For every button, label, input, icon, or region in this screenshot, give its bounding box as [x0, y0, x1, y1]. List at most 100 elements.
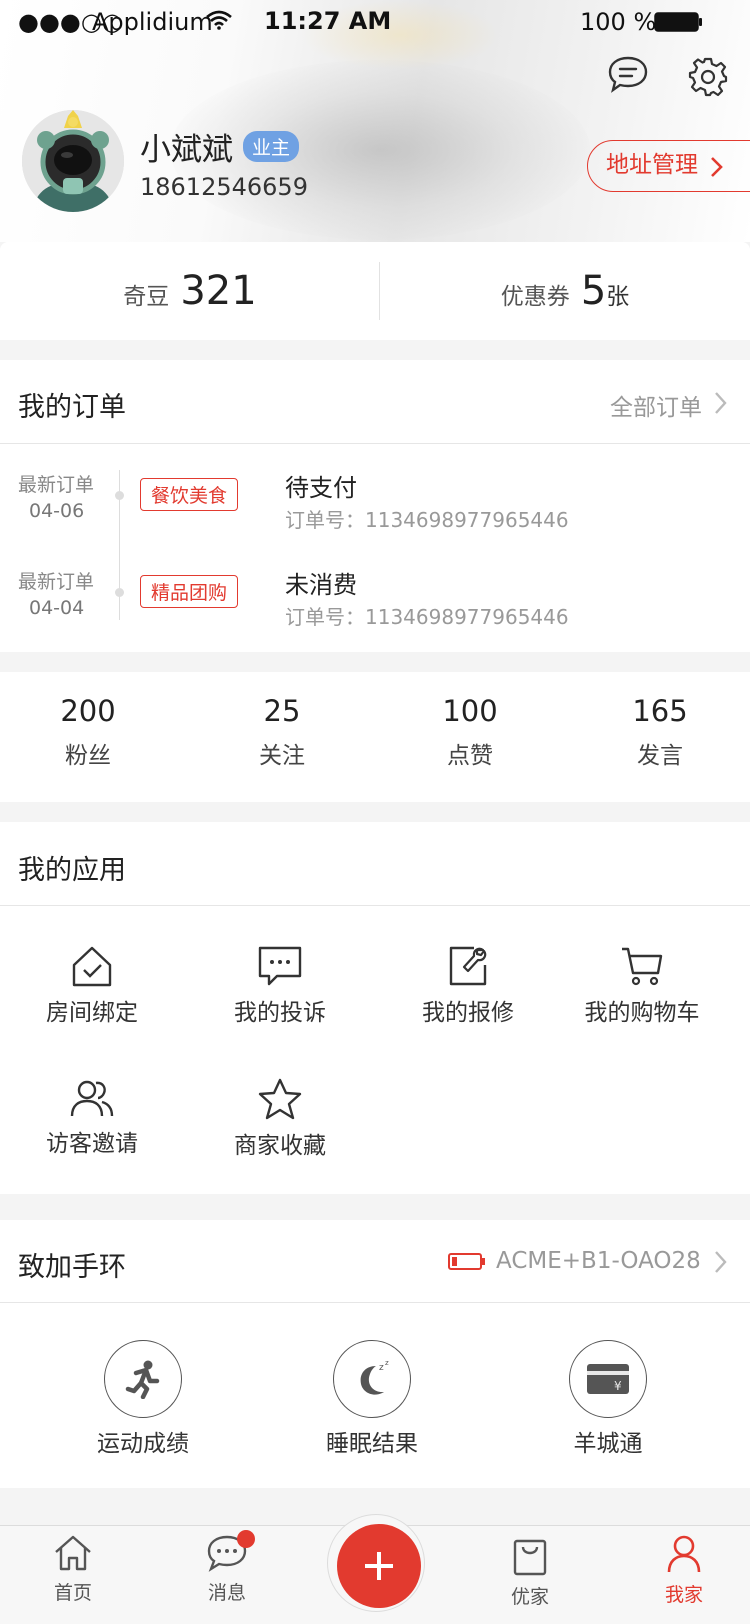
qidou-cell[interactable]: 奇豆 321	[0, 242, 380, 340]
chevron-right-icon	[715, 392, 727, 414]
band-item-label: 运动成绩	[97, 1431, 189, 1457]
tab-add-button[interactable]	[337, 1524, 421, 1608]
qidou-value: 321	[180, 268, 257, 314]
user-name: 小斌斌	[140, 132, 233, 168]
tab-label: 我家	[664, 1584, 703, 1606]
tab-bar: 首页 消息 优家 我家	[0, 1514, 750, 1624]
wrench-doc-icon	[398, 945, 538, 987]
app-label: 我的购物车	[584, 1000, 700, 1026]
order-category-tag: 餐饮美食	[140, 478, 239, 511]
timeline-dot	[115, 588, 124, 597]
order-status: 未消费	[285, 571, 357, 599]
wifi-icon	[206, 10, 232, 34]
stat-posts[interactable]: 165 发言	[572, 694, 748, 770]
user-phone: 18612546659	[140, 173, 308, 201]
tab-label: 优家	[510, 1586, 549, 1608]
coupon-cell[interactable]: 优惠券 5张	[380, 242, 750, 340]
unread-dot	[237, 1530, 255, 1548]
coupon-label: 优惠券	[500, 284, 570, 310]
band-sport-results[interactable]: 运动成绩	[73, 1340, 213, 1458]
apps-title: 我的应用	[18, 855, 126, 886]
latest-order-label: 最新订单	[18, 571, 95, 593]
tab-my-home[interactable]: 我家	[624, 1534, 744, 1607]
tab-label: 消息	[207, 1582, 246, 1604]
band-yct-card[interactable]: ¥ 羊城通	[538, 1340, 678, 1458]
stat-label: 点赞	[447, 743, 493, 769]
band-item-label: 睡眠结果	[326, 1431, 418, 1457]
stat-likes[interactable]: 100 点赞	[382, 694, 558, 770]
message-icon[interactable]	[608, 56, 648, 98]
stat-value: 200	[60, 694, 116, 728]
stat-fans[interactable]: 200 粉丝	[0, 694, 176, 770]
latest-order-label: 最新订单	[18, 474, 95, 496]
battery-icon	[654, 12, 704, 36]
timeline-dot	[115, 491, 124, 500]
stat-label: 发言	[637, 743, 683, 769]
tab-home[interactable]: 首页	[13, 1534, 133, 1605]
role-badge-label: 业主	[243, 131, 300, 162]
coupon-value: 5	[580, 268, 607, 314]
visitors-icon	[24, 1078, 160, 1118]
person-icon	[667, 1535, 701, 1573]
address-management-label: 地址管理	[606, 152, 698, 178]
app-complaint[interactable]: 我的投诉	[210, 945, 350, 1027]
home-icon	[55, 1535, 91, 1571]
cart-icon	[572, 945, 712, 987]
band-device-label: ACME+B1-OAO28	[496, 1248, 701, 1274]
stat-value: 165	[632, 694, 688, 728]
battery-low-icon	[448, 1253, 486, 1275]
order-date: 04-06	[29, 500, 85, 522]
order-row[interactable]: 最新订单 04-04 精品团购 未消费 订单号：1134698977965446	[0, 555, 750, 647]
house-check-icon	[24, 945, 160, 987]
gear-icon[interactable]	[688, 57, 728, 101]
stat-follow[interactable]: 25 关注	[194, 694, 370, 770]
app-label: 商家收藏	[234, 1133, 326, 1159]
avatar[interactable]	[22, 110, 124, 212]
all-orders-label: 全部订单	[610, 395, 702, 421]
status-carrier: Applidium	[92, 8, 213, 36]
stat-label: 关注	[259, 743, 305, 769]
bag-icon	[513, 1539, 547, 1576]
plus-icon	[365, 1552, 393, 1580]
chevron-right-icon	[711, 157, 723, 177]
stat-value: 100	[442, 694, 498, 728]
card-icon: ¥	[569, 1340, 647, 1418]
app-label: 访客邀请	[46, 1131, 138, 1157]
chat-bubble-icon	[210, 945, 350, 987]
band-sleep-results[interactable]: zz 睡眠结果	[302, 1340, 442, 1458]
stat-value: 25	[263, 694, 301, 728]
stat-label: 粉丝	[65, 743, 111, 769]
running-icon	[104, 1340, 182, 1418]
app-room-binding[interactable]: 房间绑定	[24, 945, 160, 1027]
band-item-label: 羊城通	[573, 1431, 643, 1457]
app-label: 我的投诉	[234, 1000, 326, 1026]
app-label: 我的报修	[422, 1000, 514, 1026]
svg-text:¥: ¥	[614, 1379, 622, 1393]
app-visitor-invite[interactable]: 访客邀请	[24, 1078, 160, 1158]
orders-title: 我的订单	[18, 392, 126, 423]
band-device[interactable]: ACME+B1-OAO28	[496, 1248, 727, 1274]
svg-text:z: z	[385, 1359, 389, 1367]
app-repair[interactable]: 我的报修	[398, 945, 538, 1027]
order-number: 订单号：1134698977965446	[285, 508, 569, 532]
order-status: 待支付	[285, 474, 357, 502]
chevron-right-icon	[715, 1251, 727, 1273]
tab-messages[interactable]: 消息	[167, 1530, 287, 1605]
star-icon	[210, 1078, 350, 1120]
order-number: 订单号：1134698977965446	[285, 605, 569, 629]
tab-youjia[interactable]: 优家	[470, 1538, 590, 1609]
order-category-label: 餐饮美食	[140, 478, 239, 511]
order-row[interactable]: 最新订单 04-06 餐饮美食 待支付 订单号：1134698977965446	[0, 458, 750, 550]
status-time: 11:27 AM	[264, 7, 392, 35]
qidou-label: 奇豆	[123, 284, 170, 310]
band-title: 致加手环	[18, 1252, 126, 1283]
moon-sleep-icon: zz	[333, 1340, 411, 1418]
status-battery-text: 100 %	[580, 8, 657, 36]
app-favorites[interactable]: 商家收藏	[210, 1078, 350, 1160]
app-label: 房间绑定	[46, 1000, 138, 1026]
address-management-button[interactable]: 地址管理	[587, 140, 750, 192]
app-cart[interactable]: 我的购物车	[572, 945, 712, 1027]
all-orders-link[interactable]: 全部订单	[610, 388, 727, 422]
coupon-unit: 张	[606, 284, 630, 310]
order-category-label: 精品团购	[140, 575, 239, 608]
